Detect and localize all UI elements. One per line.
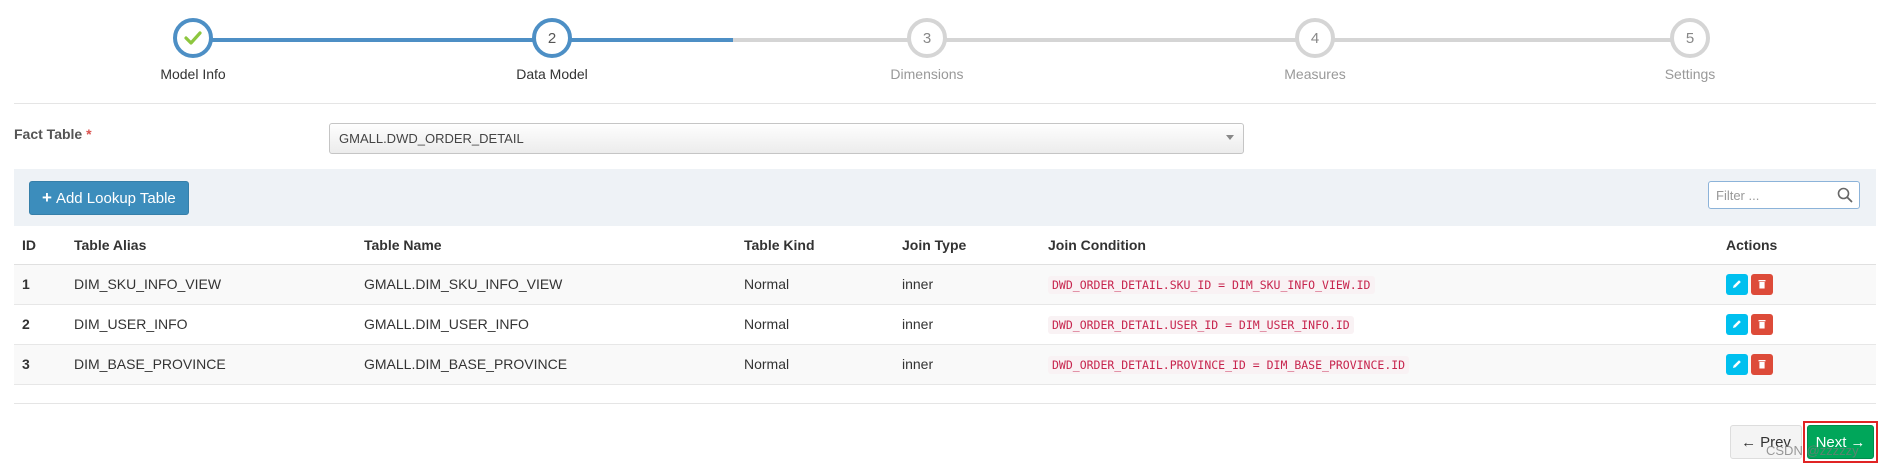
- step-circle: 3: [907, 18, 947, 58]
- delete-button[interactable]: [1751, 353, 1773, 375]
- cell-table-name: GMALL.DIM_SKU_INFO_VIEW: [356, 264, 736, 305]
- add-lookup-table-button[interactable]: + Add Lookup Table: [29, 181, 189, 215]
- header-join-condition[interactable]: Join Condition: [1040, 226, 1718, 265]
- watermark: CSDN @zzzzzy: [1766, 443, 1859, 458]
- cell-join-type: inner: [894, 264, 1040, 305]
- lookup-toolbar: + Add Lookup Table Filter ...: [14, 169, 1876, 226]
- wizard-steps: Model Info 2 Data Model 3 Dimensions 4 M…: [0, 0, 1880, 90]
- header-table-alias[interactable]: Table Alias: [66, 226, 356, 265]
- cell-join-condition: DWD_ORDER_DETAIL.USER_ID = DIM_USER_INFO…: [1040, 304, 1718, 345]
- fact-table-label-text: Fact Table: [14, 126, 83, 142]
- cell-table-name: GMALL.DIM_USER_INFO: [356, 304, 736, 345]
- required-mark: *: [86, 126, 92, 142]
- cell-join-condition: DWD_ORDER_DETAIL.PROVINCE_ID = DIM_BASE_…: [1040, 344, 1718, 385]
- add-lookup-table-label: Add Lookup Table: [55, 189, 176, 207]
- step-circle: 2: [532, 18, 572, 58]
- cell-table-kind: Normal: [736, 264, 894, 305]
- pencil-icon: [1733, 360, 1741, 368]
- fact-table-selected-value: GMALL.DWD_ORDER_DETAIL: [339, 131, 524, 146]
- cell-table-alias: DIM_USER_INFO: [66, 304, 356, 345]
- delete-button[interactable]: [1751, 273, 1773, 295]
- cell-join-type: inner: [894, 304, 1040, 345]
- trash-icon: [1758, 320, 1766, 329]
- edit-button[interactable]: [1726, 273, 1748, 295]
- edit-button[interactable]: [1726, 353, 1748, 375]
- step-data-model[interactable]: 2 Data Model: [472, 18, 632, 82]
- step-circle: [173, 18, 213, 58]
- cell-id: 1: [14, 264, 66, 305]
- filter-input[interactable]: Filter ...: [1708, 181, 1860, 209]
- filter-placeholder: Filter ...: [1716, 188, 1760, 203]
- plus-icon: +: [42, 188, 52, 207]
- step-circle: 4: [1295, 18, 1335, 58]
- edit-button[interactable]: [1726, 313, 1748, 335]
- cell-table-kind: Normal: [736, 304, 894, 345]
- top-divider: [14, 103, 1876, 104]
- pencil-icon: [1733, 320, 1741, 328]
- cell-table-name: GMALL.DIM_BASE_PROVINCE: [356, 344, 736, 385]
- step-settings[interactable]: 5 Settings: [1610, 18, 1770, 82]
- cell-actions: [1718, 264, 1876, 305]
- cell-join-condition: DWD_ORDER_DETAIL.SKU_ID = DIM_SKU_INFO_V…: [1040, 264, 1718, 305]
- table-row: 1 DIM_SKU_INFO_VIEW GMALL.DIM_SKU_INFO_V…: [14, 264, 1876, 305]
- join-condition-code: DWD_ORDER_DETAIL.PROVINCE_ID = DIM_BASE_…: [1048, 356, 1410, 374]
- step-label: Measures: [1284, 66, 1346, 82]
- step-label: Model Info: [160, 66, 226, 82]
- cell-id: 2: [14, 304, 66, 345]
- cell-join-type: inner: [894, 344, 1040, 385]
- delete-button[interactable]: [1751, 313, 1773, 335]
- table-header-row: ID Table Alias Table Name Table Kind Joi…: [14, 226, 1876, 265]
- table-row: 2 DIM_USER_INFO GMALL.DIM_USER_INFO Norm…: [14, 304, 1876, 345]
- step-label: Data Model: [516, 66, 588, 82]
- cell-table-kind: Normal: [736, 344, 894, 385]
- header-id[interactable]: ID: [14, 226, 66, 265]
- step-dimensions[interactable]: 3 Dimensions: [847, 18, 1007, 82]
- fact-table-label: Fact Table *: [14, 126, 92, 142]
- arrow-left-icon: ←: [1741, 433, 1757, 451]
- header-table-name[interactable]: Table Name: [356, 226, 736, 265]
- fact-table-select[interactable]: GMALL.DWD_ORDER_DETAIL: [329, 123, 1244, 154]
- lookup-tables-table: ID Table Alias Table Name Table Kind Joi…: [14, 226, 1876, 385]
- join-condition-code: DWD_ORDER_DETAIL.SKU_ID = DIM_SKU_INFO_V…: [1048, 276, 1375, 294]
- cell-id: 3: [14, 344, 66, 385]
- pencil-icon: [1733, 280, 1741, 288]
- caret-down-icon: [1226, 135, 1234, 140]
- wizard-progress-line: [193, 38, 733, 42]
- bottom-divider: [14, 403, 1876, 404]
- check-icon: [184, 31, 202, 45]
- table-row: 3 DIM_BASE_PROVINCE GMALL.DIM_BASE_PROVI…: [14, 344, 1876, 385]
- trash-icon: [1758, 280, 1766, 289]
- search-icon: [1837, 187, 1853, 203]
- cell-actions: [1718, 344, 1876, 385]
- step-label: Settings: [1664, 66, 1716, 82]
- cell-table-alias: DIM_BASE_PROVINCE: [66, 344, 356, 385]
- header-actions: Actions: [1718, 226, 1876, 265]
- step-label: Dimensions: [890, 66, 964, 82]
- step-model-info[interactable]: Model Info: [113, 18, 273, 82]
- step-circle: 5: [1670, 18, 1710, 58]
- cell-table-alias: DIM_SKU_INFO_VIEW: [66, 264, 356, 305]
- trash-icon: [1758, 360, 1766, 369]
- join-condition-code: DWD_ORDER_DETAIL.USER_ID = DIM_USER_INFO…: [1048, 316, 1354, 334]
- header-join-type[interactable]: Join Type: [894, 226, 1040, 265]
- step-measures[interactable]: 4 Measures: [1235, 18, 1395, 82]
- cell-actions: [1718, 304, 1876, 345]
- header-table-kind[interactable]: Table Kind: [736, 226, 894, 265]
